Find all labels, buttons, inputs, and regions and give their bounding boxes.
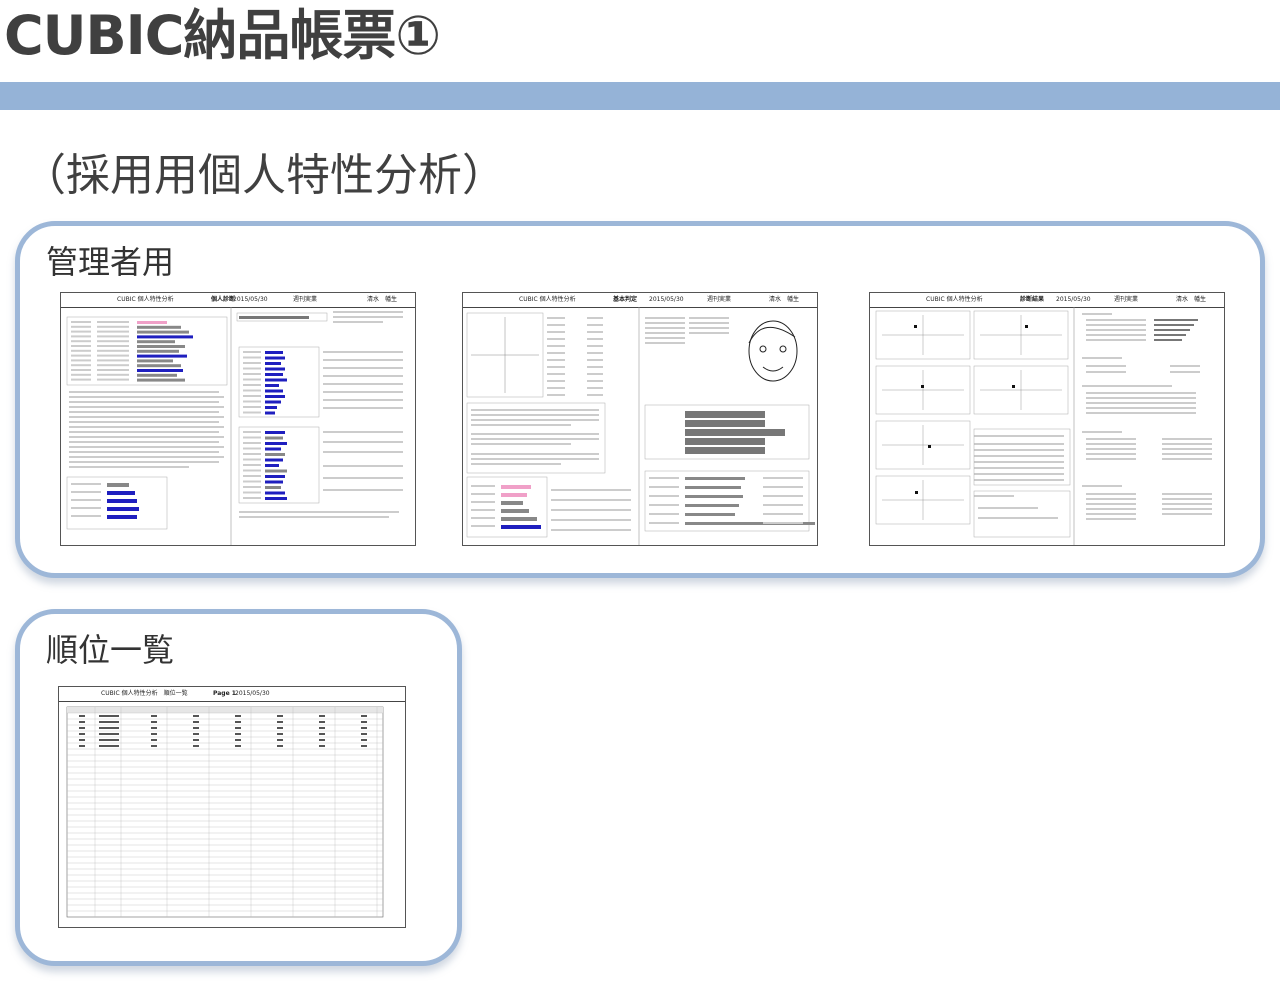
report-bar [137,373,177,377]
report-bar [501,525,541,529]
report-body-diagnosis [875,307,1212,545]
report-date: 2015/05/30 [1056,296,1091,303]
slide-subtitle: （採用用個人特性分析） [22,150,506,201]
report-bar [137,340,175,344]
report-bar [265,475,285,478]
report-bar [685,513,735,516]
report-bar [501,517,537,521]
report-bar [685,495,743,498]
report-dot [1012,385,1015,388]
report-company: 週刊実業 [707,296,732,303]
report-kind: 基本判定 [613,296,638,303]
report-date: 2015/05/30 [233,296,268,303]
report-bar [107,491,135,495]
report-bar [137,349,179,353]
report-bar [137,325,181,329]
report-dot [928,445,931,448]
report-thumbnail-basic: CUBIC 個人特性分析 基本判定 2015/05/30 週刊実業 清水 幡生 [462,292,818,546]
report-bar [265,436,283,440]
report-dot [921,385,924,388]
title-band [0,82,1280,110]
report-bar [137,330,189,334]
report-bar [137,364,181,368]
report-header: CUBIC 個人特性分析 個人診断 2015/05/30 週刊実業 清水 幡生 [61,293,415,308]
report-dot [915,491,918,494]
report-bar [265,464,279,467]
report-bar [107,515,137,519]
report-title: CUBIC 個人特性分析 [926,296,983,303]
report-thumbnail-diagnosis: CUBIC 個人特性分析 診断結果 2015/05/30 週刊実業 清水 幡生 [869,292,1225,546]
report-kind: 個人診断 [211,296,236,303]
report-title: CUBIC 個人特性分析 [519,296,576,303]
report-person: 清水 幡生 [1176,296,1207,303]
report-company: 週刊実業 [293,296,318,303]
report-bar [265,453,285,456]
report-bar [265,469,287,473]
report-bar [265,447,281,451]
report-bar [265,362,281,365]
report-bar [265,406,277,409]
report-bar [137,321,167,324]
report-bar [265,367,285,371]
report-bar [265,480,283,484]
report-bar [265,486,281,489]
report-date: 2015/05/30 [235,690,270,697]
report-bar [265,395,285,398]
report-bar [137,345,185,348]
report-thumbnail-personal: CUBIC 個人特性分析 個人診断 2015/05/30 週刊実業 清水 幡生 [60,292,416,546]
report-body-ranking [66,706,384,918]
report-bar [685,504,739,507]
report-dot [1025,325,1028,328]
report-bar [265,400,281,404]
report-bar [501,501,523,505]
report-bar [265,356,285,360]
report-bar [137,378,185,382]
ranking-panel-label: 順位一覧 [46,631,175,669]
report-bar [501,485,531,489]
admin-panel: 管理者用 CUBIC 個人特性分析 個人診断 2015/05/30 週刊実業 清… [15,221,1265,578]
report-bar [265,351,283,354]
report-bar [137,354,187,358]
report-kind: 診断結果 [1020,296,1045,303]
report-bar [265,411,275,415]
report-title: CUBIC 個人特性分析 [117,296,174,303]
report-body-basic [466,307,815,545]
report-title: CUBIC 個人特性分析 順位一覧 [101,690,188,697]
report-bar [265,491,285,495]
report-header: CUBIC 個人特性分析 順位一覧 Page 1 2015/05/30 [59,687,405,702]
report-bar [501,509,529,513]
report-bar [265,431,285,434]
report-bar [501,493,527,497]
report-bar [265,373,283,376]
report-page-number: Page 1 [213,690,236,697]
report-bar [265,384,279,387]
report-company: 週刊実業 [1114,296,1139,303]
report-bar [107,507,139,511]
report-bar [265,442,287,445]
report-bar [265,458,283,462]
report-date: 2015/05/30 [649,296,684,303]
report-header: CUBIC 個人特性分析 診断結果 2015/05/30 週刊実業 清水 幡生 [870,293,1224,308]
report-thumbnail-ranking: CUBIC 個人特性分析 順位一覧 Page 1 2015/05/30 [58,686,406,928]
report-body-personal [66,307,403,545]
report-bar [685,486,741,489]
report-bar [265,378,287,382]
report-bar [137,369,183,372]
report-bar [265,497,287,500]
report-bar [107,483,129,487]
report-header: CUBIC 個人特性分析 基本判定 2015/05/30 週刊実業 清水 幡生 [463,293,817,308]
report-person: 清水 幡生 [367,296,398,303]
report-bar [137,359,173,363]
report-bar [107,499,137,503]
admin-panel-label: 管理者用 [46,243,175,281]
report-bar [137,335,193,339]
report-dot [914,325,917,328]
report-bar [265,389,283,393]
ranking-panel: 順位一覧 CUBIC 個人特性分析 順位一覧 Page 1 2015/05/30 [15,609,462,966]
report-bar [685,477,745,480]
slide-title: CUBIC納品帳票① [4,4,441,67]
report-person: 清水 幡生 [769,296,800,303]
